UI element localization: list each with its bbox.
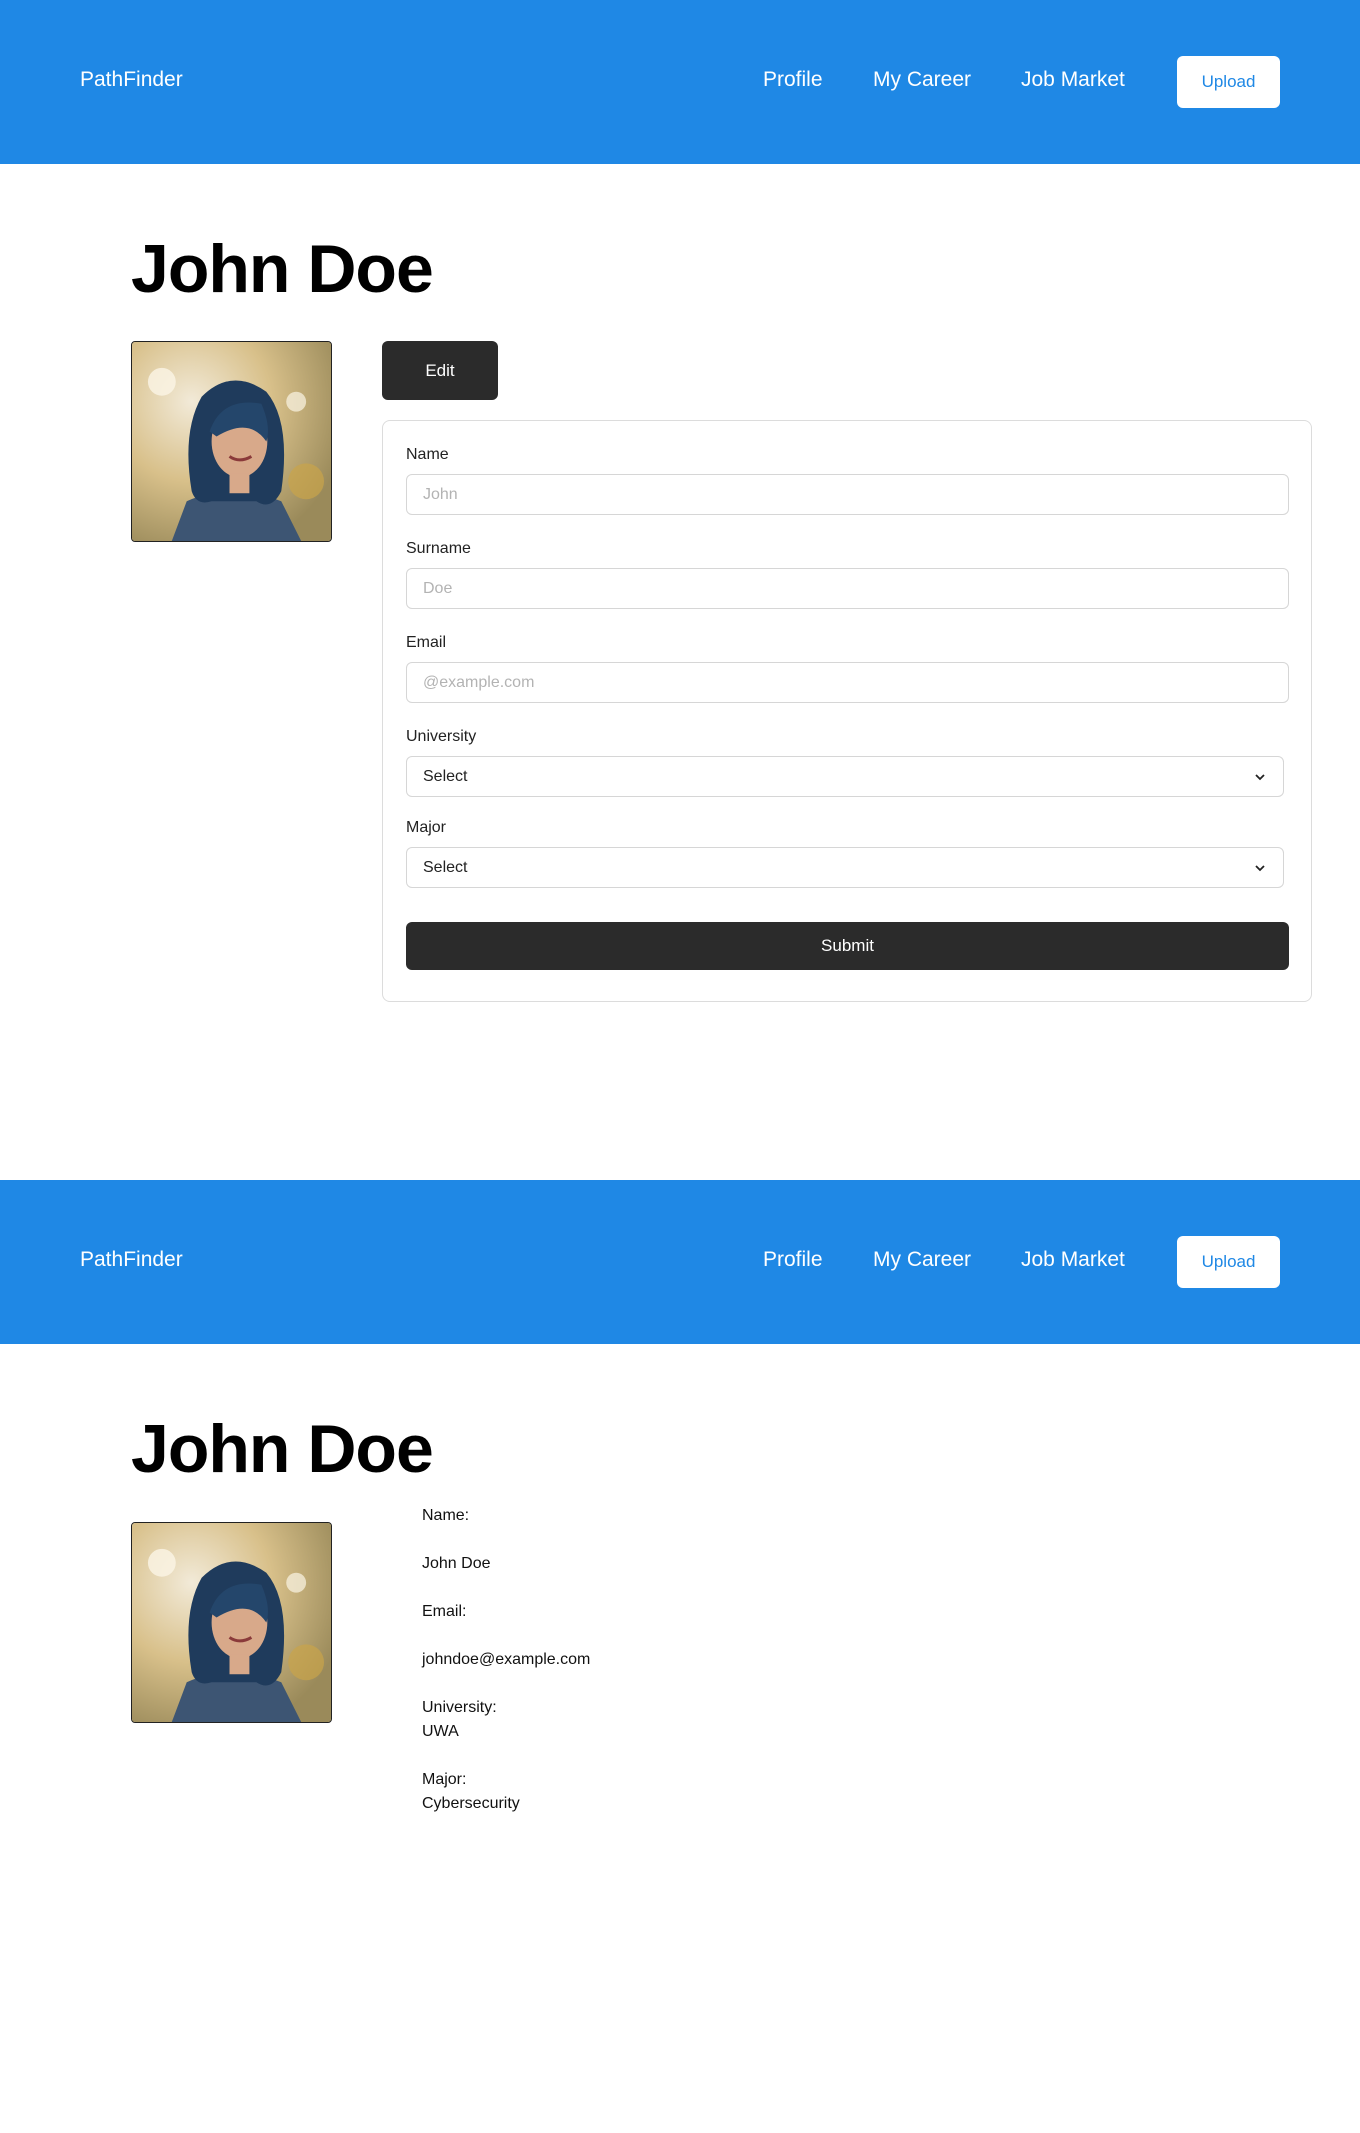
page-title: John Doe	[131, 1411, 434, 1487]
major-value: Cybersecurity	[422, 1795, 520, 1812]
university-select-value: Select	[423, 767, 468, 785]
name-label: Name	[406, 446, 449, 463]
name-label: Name:	[422, 1507, 470, 1524]
profile-edit-form: Name Surname Email University Select Maj…	[382, 420, 1312, 1002]
university-value: UWA	[422, 1723, 459, 1740]
surname-input[interactable]	[406, 568, 1289, 609]
top-navbar: PathFinder Profile My Career Job Market …	[0, 0, 1360, 164]
nav-link-profile[interactable]: Profile	[763, 1248, 823, 1272]
avatar	[131, 1522, 332, 1723]
name-input[interactable]	[406, 474, 1289, 515]
nav-link-my-career[interactable]: My Career	[873, 68, 971, 92]
upload-button[interactable]: Upload	[1177, 56, 1280, 108]
major-label: Major	[406, 819, 447, 836]
nav-link-job-market[interactable]: Job Market	[1021, 68, 1125, 92]
brand-logo[interactable]: PathFinder	[80, 68, 183, 92]
name-value: John Doe	[422, 1555, 491, 1572]
email-value: johndoe@example.com	[422, 1651, 591, 1668]
email-field[interactable]	[406, 662, 1289, 703]
major-select-value: Select	[423, 858, 468, 876]
submit-button[interactable]: Submit	[406, 922, 1289, 970]
brand-logo[interactable]: PathFinder	[80, 1248, 183, 1272]
nav-link-my-career[interactable]: My Career	[873, 1248, 971, 1272]
edit-button[interactable]: Edit	[382, 341, 498, 400]
avatar	[131, 341, 332, 542]
chevron-down-icon	[1255, 773, 1265, 780]
major-select[interactable]: Select	[406, 847, 1284, 888]
profile-photo-icon	[132, 342, 331, 541]
profile-photo-icon	[132, 1523, 331, 1722]
chevron-down-icon	[1255, 864, 1265, 871]
nav-link-profile[interactable]: Profile	[763, 68, 823, 92]
upload-button[interactable]: Upload	[1177, 1236, 1280, 1288]
email-label: Email	[406, 634, 447, 651]
nav-link-job-market[interactable]: Job Market	[1021, 1248, 1125, 1272]
top-navbar: PathFinder Profile My Career Job Market …	[0, 1180, 1360, 1344]
university-select[interactable]: Select	[406, 756, 1284, 797]
email-label: Email:	[422, 1603, 467, 1620]
page-title: John Doe	[131, 231, 434, 307]
university-label: University:	[422, 1699, 497, 1716]
surname-label: Surname	[406, 540, 471, 557]
university-label: University	[406, 728, 477, 745]
major-label: Major:	[422, 1771, 467, 1788]
